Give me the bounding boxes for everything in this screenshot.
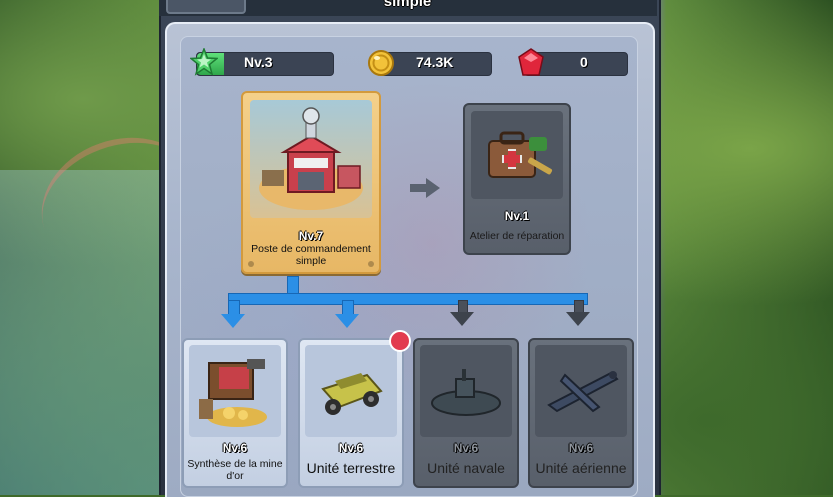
down-arrow-icon xyxy=(450,312,474,326)
air-unit-image xyxy=(535,345,627,437)
ground-unit-image xyxy=(305,345,397,437)
red-gem-icon xyxy=(518,48,544,76)
repair-workshop-card[interactable]: Nv.1 Atelier de réparation xyxy=(463,103,571,255)
coins-value: 74.3K xyxy=(416,54,454,70)
plane-icon xyxy=(547,371,619,413)
repair-workshop-name: Atelier de réparation xyxy=(469,230,565,242)
air-unit-level: Nv.6 xyxy=(568,441,594,455)
submarine-icon xyxy=(431,369,501,416)
down-arrow-icon xyxy=(221,314,245,328)
player-level: Nv.3 xyxy=(244,54,273,70)
gold-mine-level: Nv.6 xyxy=(222,441,248,455)
notification-badge xyxy=(389,330,411,352)
repair-workshop-level: Nv.1 xyxy=(504,209,530,223)
card-corner-dot xyxy=(248,261,254,267)
command-post-image xyxy=(250,100,372,218)
repair-kit-icon xyxy=(488,131,553,178)
air-unit-card[interactable]: Nv.6 Unité aérienne xyxy=(528,338,634,488)
gold-mine-name: Synthèse de la mine d'or xyxy=(187,458,283,482)
gold-coin-icon xyxy=(368,50,394,76)
command-post-card[interactable]: Nv.7 Poste de commandement simple xyxy=(241,91,381,274)
gems-value: 0 xyxy=(580,54,588,70)
ground-unit-name: Unité terrestre xyxy=(306,460,396,476)
back-tab-button[interactable] xyxy=(166,0,246,14)
air-unit-name: Unité aérienne xyxy=(535,460,627,476)
right-arrow-icon xyxy=(410,178,440,198)
down-arrow-icon xyxy=(335,314,359,328)
ground-unit-level: Nv.6 xyxy=(338,441,364,455)
star-icon xyxy=(190,48,218,76)
naval-unit-name: Unité navale xyxy=(427,460,505,476)
gold-mine-card[interactable]: Nv.6 Synthèse de la mine d'or xyxy=(182,338,288,488)
dialog-title: simple xyxy=(383,0,432,10)
command-post-icon xyxy=(259,107,363,210)
connector-horizontal xyxy=(228,293,588,305)
gold-mine-image xyxy=(189,345,281,437)
naval-unit-level: Nv.6 xyxy=(453,441,479,455)
naval-unit-image xyxy=(420,345,512,437)
jeep-icon xyxy=(321,373,383,415)
down-arrow-icon xyxy=(566,312,590,326)
naval-unit-card[interactable]: Nv.6 Unité navale xyxy=(413,338,519,488)
command-post-level: Nv.7 xyxy=(298,229,324,243)
card-corner-dot xyxy=(368,261,374,267)
gold-mine-icon xyxy=(199,359,267,427)
repair-workshop-image xyxy=(471,111,563,199)
ground-unit-card[interactable]: Nv.6 Unité terrestre xyxy=(298,338,404,488)
command-post-name: Poste de commandement simple xyxy=(251,243,371,267)
